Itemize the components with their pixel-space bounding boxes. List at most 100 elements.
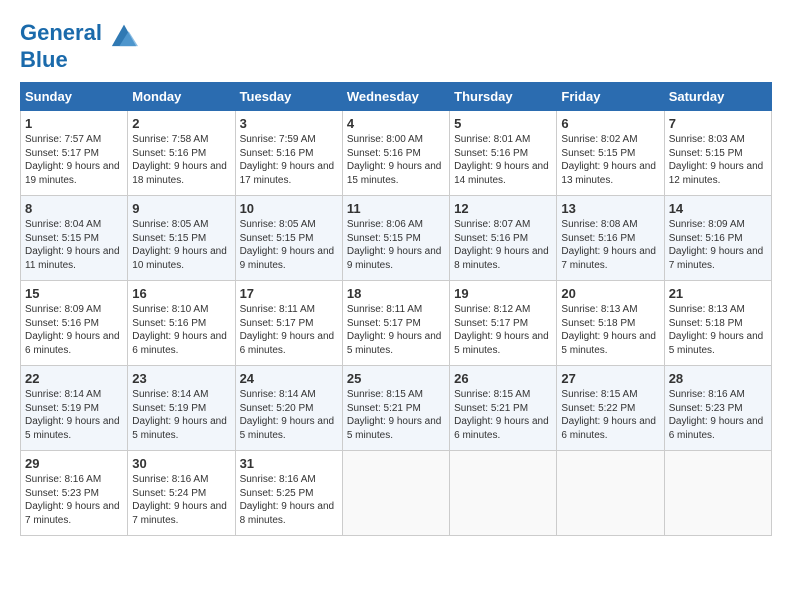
empty-cell [557,451,664,536]
calendar-cell-day-28: 28 Sunrise: 8:16 AMSunset: 5:23 PMDayligh… [664,366,771,451]
calendar-cell-day-20: 20 Sunrise: 8:13 AMSunset: 5:18 PMDayligh… [557,281,664,366]
calendar-cell-day-12: 12 Sunrise: 8:07 AMSunset: 5:16 PMDayligh… [450,196,557,281]
col-header-friday: Friday [557,83,664,111]
cell-info: Sunrise: 7:57 AMSunset: 5:17 PMDaylight:… [25,133,123,187]
col-header-sunday: Sunday [21,83,128,111]
day-number: 31 [240,456,338,471]
calendar-cell-day-3: 3 Sunrise: 7:59 AMSunset: 5:16 PMDaylight… [235,111,342,196]
calendar-cell-day-22: 22 Sunrise: 8:14 AMSunset: 5:19 PMDayligh… [21,366,128,451]
day-number: 20 [561,286,659,301]
calendar-cell-day-17: 17 Sunrise: 8:11 AMSunset: 5:17 PMDayligh… [235,281,342,366]
calendar-cell-day-2: 2 Sunrise: 7:58 AMSunset: 5:16 PMDaylight… [128,111,235,196]
col-header-monday: Monday [128,83,235,111]
cell-info: Sunrise: 8:08 AMSunset: 5:16 PMDaylight:… [561,218,659,272]
day-number: 29 [25,456,123,471]
day-number: 27 [561,371,659,386]
cell-info: Sunrise: 8:00 AMSunset: 5:16 PMDaylight:… [347,133,445,187]
day-number: 25 [347,371,445,386]
calendar-cell-day-25: 25 Sunrise: 8:15 AMSunset: 5:21 PMDayligh… [342,366,449,451]
calendar-cell-day-21: 21 Sunrise: 8:13 AMSunset: 5:18 PMDayligh… [664,281,771,366]
cell-info: Sunrise: 8:16 AMSunset: 5:24 PMDaylight:… [132,473,230,527]
col-header-tuesday: Tuesday [235,83,342,111]
cell-info: Sunrise: 8:01 AMSunset: 5:16 PMDaylight:… [454,133,552,187]
cell-info: Sunrise: 8:06 AMSunset: 5:15 PMDaylight:… [347,218,445,272]
cell-info: Sunrise: 8:12 AMSunset: 5:17 PMDaylight:… [454,303,552,357]
logo: General Blue [20,20,138,72]
col-header-saturday: Saturday [664,83,771,111]
cell-info: Sunrise: 8:13 AMSunset: 5:18 PMDaylight:… [669,303,767,357]
cell-info: Sunrise: 8:15 AMSunset: 5:22 PMDaylight:… [561,388,659,442]
cell-info: Sunrise: 8:09 AMSunset: 5:16 PMDaylight:… [669,218,767,272]
day-number: 1 [25,116,123,131]
cell-info: Sunrise: 8:11 AMSunset: 5:17 PMDaylight:… [347,303,445,357]
cell-info: Sunrise: 8:13 AMSunset: 5:18 PMDaylight:… [561,303,659,357]
cell-info: Sunrise: 8:07 AMSunset: 5:16 PMDaylight:… [454,218,552,272]
page-header: General Blue [20,20,772,72]
calendar-cell-day-5: 5 Sunrise: 8:01 AMSunset: 5:16 PMDaylight… [450,111,557,196]
calendar-cell-day-19: 19 Sunrise: 8:12 AMSunset: 5:17 PMDayligh… [450,281,557,366]
cell-info: Sunrise: 8:14 AMSunset: 5:19 PMDaylight:… [25,388,123,442]
cell-info: Sunrise: 8:16 AMSunset: 5:23 PMDaylight:… [669,388,767,442]
calendar-cell-day-29: 29 Sunrise: 8:16 AMSunset: 5:23 PMDayligh… [21,451,128,536]
empty-cell [342,451,449,536]
calendar-cell-day-16: 16Sunrise: 8:10 AMSunset: 5:16 PMDayligh… [128,281,235,366]
day-number: 5 [454,116,552,131]
cell-info: Sunrise: 8:05 AMSunset: 5:15 PMDaylight:… [240,218,338,272]
cell-info: Sunrise: 8:04 AMSunset: 5:15 PMDaylight:… [25,218,123,272]
day-number: 6 [561,116,659,131]
empty-cell [450,451,557,536]
day-number: 15 [25,286,123,301]
cell-info: Sunrise: 8:05 AMSunset: 5:15 PMDaylight:… [132,218,230,272]
calendar-cell-day-1: 1 Sunrise: 7:57 AMSunset: 5:17 PMDaylight… [21,111,128,196]
calendar-table: SundayMondayTuesdayWednesdayThursdayFrid… [20,82,772,536]
calendar-cell-day-10: 10 Sunrise: 8:05 AMSunset: 5:15 PMDayligh… [235,196,342,281]
cell-info: Sunrise: 8:14 AMSunset: 5:19 PMDaylight:… [132,388,230,442]
calendar-cell-day-15: 15 Sunrise: 8:09 AMSunset: 5:16 PMDayligh… [21,281,128,366]
day-number: 19 [454,286,552,301]
calendar-cell-day-27: 27 Sunrise: 8:15 AMSunset: 5:22 PMDayligh… [557,366,664,451]
day-number: 26 [454,371,552,386]
day-number: 10 [240,201,338,216]
cell-info: Sunrise: 8:02 AMSunset: 5:15 PMDaylight:… [561,133,659,187]
day-number: 13 [561,201,659,216]
empty-cell [664,451,771,536]
day-number: 14 [669,201,767,216]
day-number: 28 [669,371,767,386]
day-number: 16 [132,286,230,301]
day-number: 21 [669,286,767,301]
calendar-cell-day-30: 30 Sunrise: 8:16 AMSunset: 5:24 PMDayligh… [128,451,235,536]
cell-info: Sunrise: 8:16 AMSunset: 5:23 PMDaylight:… [25,473,123,527]
col-header-wednesday: Wednesday [342,83,449,111]
cell-info: Sunrise: 8:14 AMSunset: 5:20 PMDaylight:… [240,388,338,442]
day-number: 7 [669,116,767,131]
cell-info: Sunrise: 7:58 AMSunset: 5:16 PMDaylight:… [132,133,230,187]
col-header-thursday: Thursday [450,83,557,111]
calendar-cell-day-14: 14 Sunrise: 8:09 AMSunset: 5:16 PMDayligh… [664,196,771,281]
cell-info: Sunrise: 8:09 AMSunset: 5:16 PMDaylight:… [25,303,123,357]
calendar-cell-day-6: 6 Sunrise: 8:02 AMSunset: 5:15 PMDaylight… [557,111,664,196]
day-number: 2 [132,116,230,131]
day-number: 30 [132,456,230,471]
cell-info: Sunrise: 8:11 AMSunset: 5:17 PMDaylight:… [240,303,338,357]
day-number: 12 [454,201,552,216]
day-number: 22 [25,371,123,386]
calendar-cell-day-13: 13 Sunrise: 8:08 AMSunset: 5:16 PMDayligh… [557,196,664,281]
logo-text: General [20,20,138,48]
day-number: 23 [132,371,230,386]
cell-info: Sunrise: 8:03 AMSunset: 5:15 PMDaylight:… [669,133,767,187]
cell-info: Sunrise: 8:15 AMSunset: 5:21 PMDaylight:… [347,388,445,442]
day-number: 9 [132,201,230,216]
day-number: 4 [347,116,445,131]
calendar-cell-day-18: 18 Sunrise: 8:11 AMSunset: 5:17 PMDayligh… [342,281,449,366]
calendar-cell-day-4: 4 Sunrise: 8:00 AMSunset: 5:16 PMDaylight… [342,111,449,196]
calendar-cell-day-31: 31Sunrise: 8:16 AMSunset: 5:25 PMDayligh… [235,451,342,536]
calendar-cell-day-9: 9 Sunrise: 8:05 AMSunset: 5:15 PMDaylight… [128,196,235,281]
day-number: 17 [240,286,338,301]
cell-info: Sunrise: 7:59 AMSunset: 5:16 PMDaylight:… [240,133,338,187]
day-number: 18 [347,286,445,301]
calendar-cell-day-7: 7 Sunrise: 8:03 AMSunset: 5:15 PMDaylight… [664,111,771,196]
calendar-cell-day-11: 11Sunrise: 8:06 AMSunset: 5:15 PMDayligh… [342,196,449,281]
calendar-cell-day-8: 8Sunrise: 8:04 AMSunset: 5:15 PMDaylight… [21,196,128,281]
day-number: 3 [240,116,338,131]
calendar-cell-day-24: 24Sunrise: 8:14 AMSunset: 5:20 PMDayligh… [235,366,342,451]
